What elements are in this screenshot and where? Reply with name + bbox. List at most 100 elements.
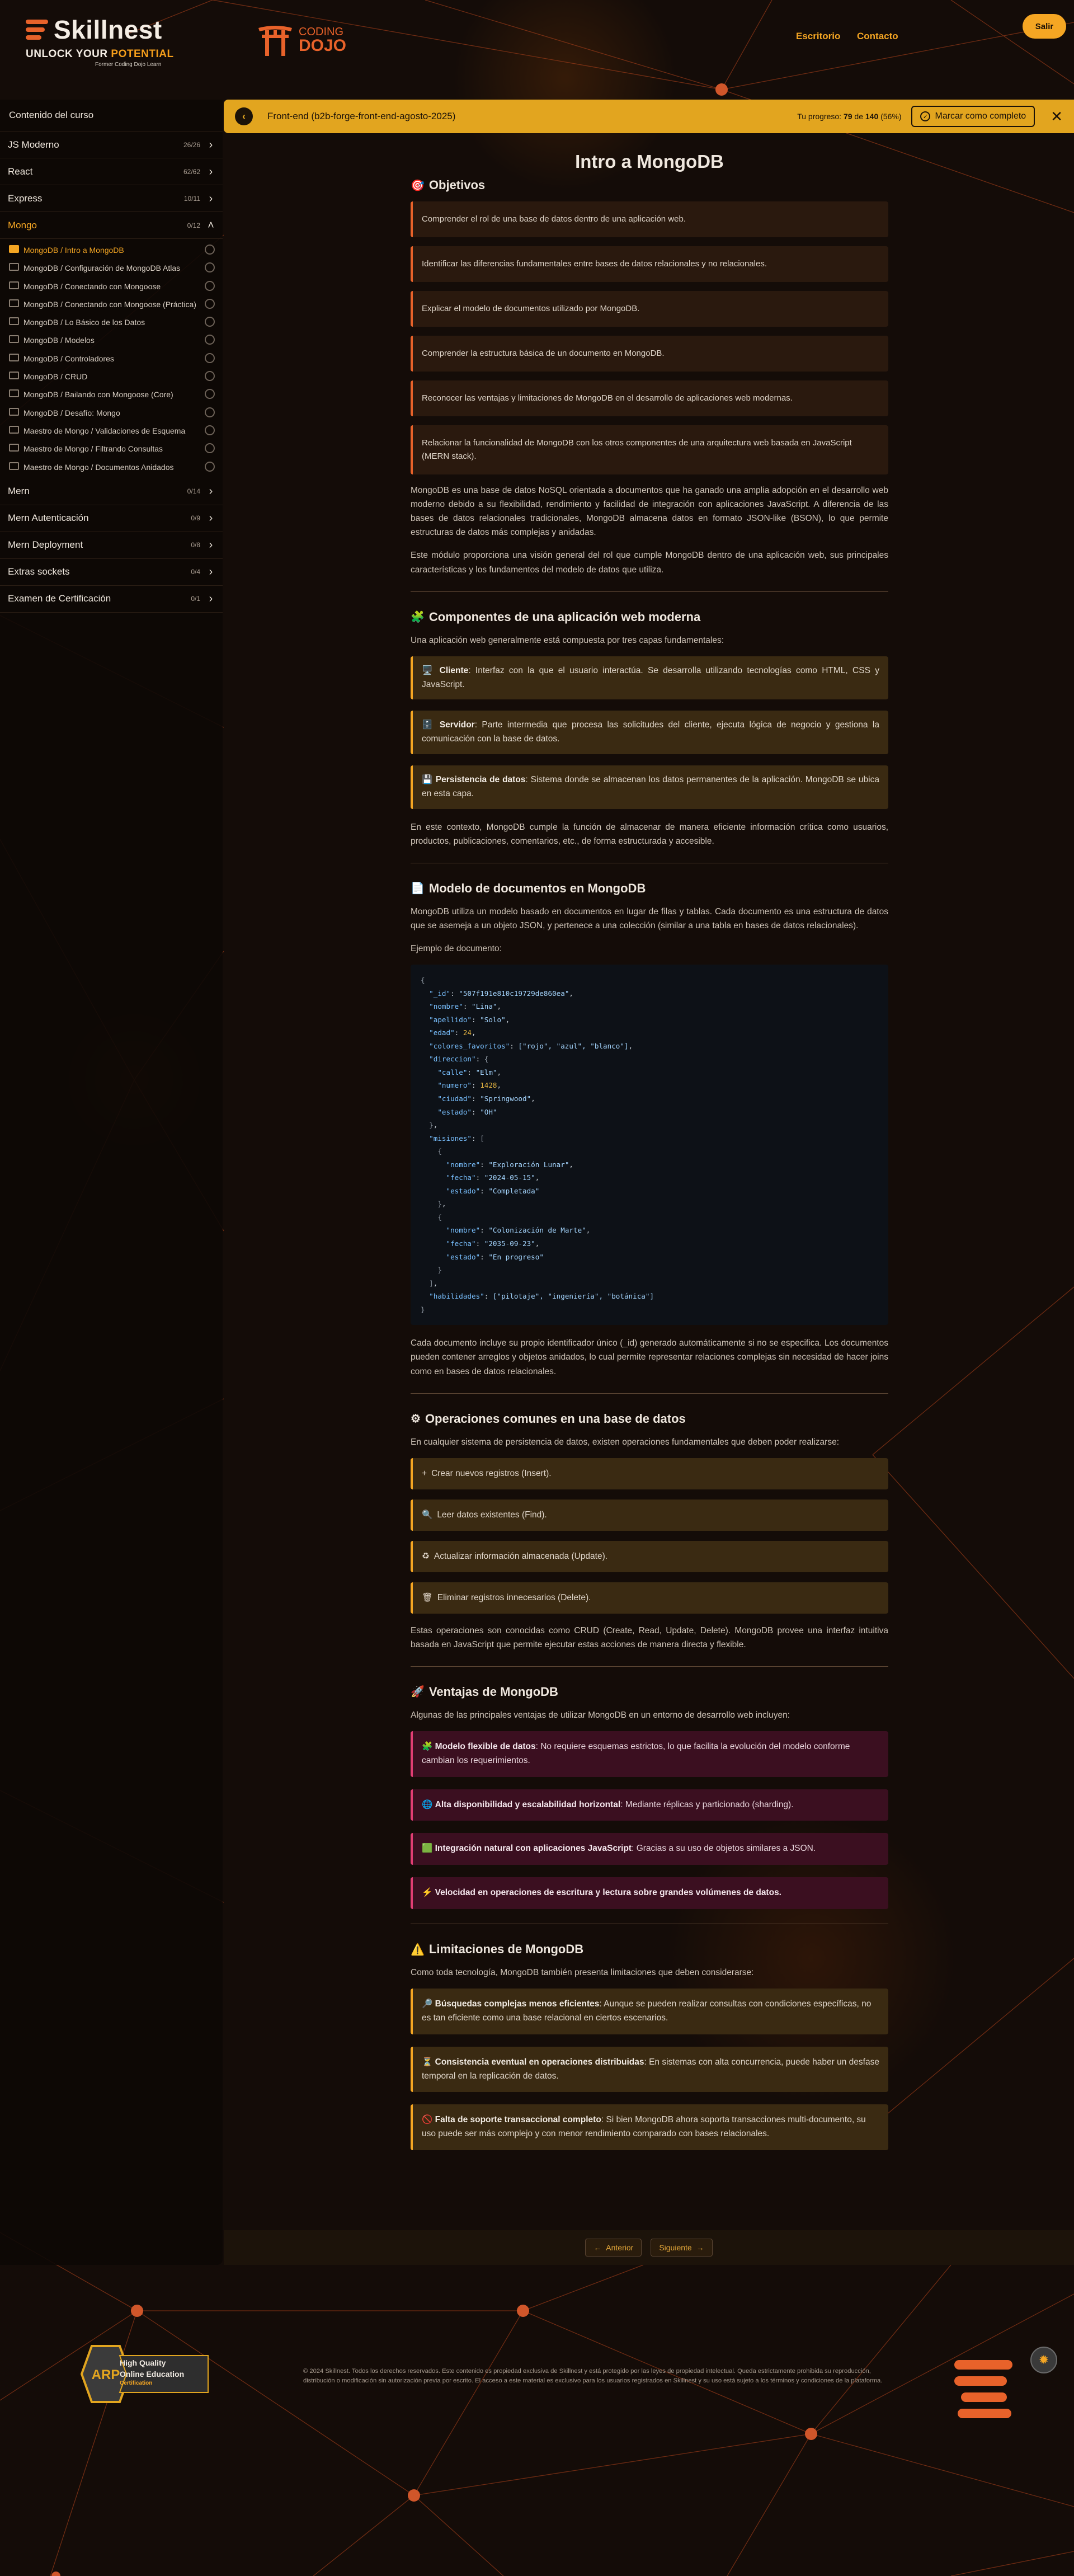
lesson-label: MongoDB / Controladores: [23, 354, 114, 363]
skillnest-logo[interactable]: Skillnest UNLOCK YOUR POTENTIAL Former C…: [26, 15, 182, 68]
completion-circle-icon[interactable]: [205, 371, 215, 382]
completion-circle-icon[interactable]: [205, 443, 215, 454]
video-lesson-icon: [9, 389, 19, 398]
close-icon[interactable]: ✕: [1051, 108, 1063, 125]
brand-name: Skillnest: [54, 15, 162, 44]
completion-circle-icon[interactable]: [205, 280, 215, 291]
completion-circle-icon[interactable]: [205, 335, 215, 345]
completion-circle-icon[interactable]: [205, 245, 215, 255]
sidebar-lesson-item[interactable]: MongoDB / Controladores: [0, 350, 223, 368]
completion-circle-icon[interactable]: [205, 461, 215, 472]
chevron-right-icon: ›: [209, 593, 213, 605]
completion-circle-icon[interactable]: [205, 407, 215, 417]
nav-contacto[interactable]: Contacto: [857, 31, 898, 42]
torii-gate-icon: [258, 26, 292, 56]
sidebar-lesson-item[interactable]: MongoDB / Intro a MongoDB: [0, 241, 223, 259]
limitations-intro: Como toda tecnología, MongoDB también pr…: [411, 1968, 754, 1978]
puzzle-icon: 🧩: [411, 611, 425, 624]
completion-circle-icon[interactable]: [205, 262, 215, 273]
card-text: : Parte intermedia que procesa las solic…: [422, 720, 879, 744]
card-icon: 🟩: [422, 1844, 433, 1854]
page-title: Intro a MongoDB: [575, 151, 724, 172]
sidebar-lesson-item[interactable]: MongoDB / Lo Básico de los Datos: [0, 313, 223, 331]
sidebar-lesson-item[interactable]: MongoDB / Conectando con Mongoose: [0, 278, 223, 295]
sidebar-lesson-item[interactable]: Maestro de Mongo / Documentos Anidados: [0, 458, 223, 476]
sidebar-lesson-item[interactable]: MongoDB / Configuración de MongoDB Atlas: [0, 259, 223, 277]
sidebar-lesson-item[interactable]: MongoDB / CRUD: [0, 368, 223, 386]
lesson-label: MongoDB / Conectando con Mongoose (Práct…: [23, 299, 196, 309]
operation-icon: 🗑: [422, 1593, 433, 1603]
logout-button[interactable]: Salir: [1023, 14, 1066, 39]
objective-card: Comprender la estructura básica de un do…: [411, 336, 888, 372]
lesson-label: MongoDB / Modelos: [23, 336, 95, 345]
video-lesson-icon: [9, 245, 19, 253]
limitation-card: ⏳ Consistencia eventual en operaciones d…: [411, 2046, 888, 2093]
architecture-layer-card: 🗄️ Servidor: Parte intermedia que proces…: [411, 711, 888, 754]
document-icon: 📄: [411, 882, 425, 895]
card-icon: 🔎: [422, 1999, 433, 2009]
model-example-label: Ejemplo de documento:: [411, 943, 502, 953]
coding-dojo-logo: CODING DOJO: [257, 23, 346, 57]
advantage-card: 🌐 Alta disponibilidad y escalabilidad ho…: [411, 1789, 888, 1821]
sidebar-heading: Contenido del curso: [0, 100, 223, 131]
module-express[interactable]: Express 10/11 ›: [0, 185, 223, 212]
code-block: { "_id": "507f191e810c19729de860ea", "no…: [411, 965, 888, 1325]
completion-circle-icon[interactable]: [205, 298, 215, 309]
crud-operation-card: 🔍 Leer datos existentes (Find).: [411, 1499, 888, 1531]
chevron-right-icon: ›: [209, 138, 213, 151]
completion-circle-icon[interactable]: [205, 317, 215, 327]
module-js-moderno[interactable]: JS Moderno 26/26 ›: [0, 131, 223, 158]
arrow-right-icon: →: [696, 2243, 704, 2252]
module-name: Mern: [8, 486, 30, 497]
module-react[interactable]: React 62/62 ›: [0, 158, 223, 185]
intro-paragraph-1: MongoDB es una base de datos NoSQL orien…: [411, 486, 888, 538]
video-lesson-icon: [9, 317, 19, 326]
module-name: Express: [8, 192, 43, 204]
video-lesson-icon: [9, 462, 19, 470]
course-sidebar: Contenido del curso JS Moderno 26/26 › Reac…: [0, 100, 223, 2265]
module-extras-sockets[interactable]: Extras sockets 0/4 ›: [0, 559, 223, 586]
card-title: Velocidad en operaciones de escritura y …: [435, 1888, 781, 1898]
model-heading: 📄 Modelo de documentos en MongoDB: [411, 881, 646, 895]
sidebar-lesson-item[interactable]: MongoDB / Desafío: Mongo: [0, 404, 223, 422]
theme-toggle-button[interactable]: ✹: [1030, 2347, 1057, 2373]
completion-circle-icon[interactable]: [205, 425, 215, 435]
sidebar-lesson-item[interactable]: Maestro de Mongo / Filtrando Consultas: [0, 440, 223, 458]
model-paragraph-1: MongoDB utiliza un modelo basado en docu…: [411, 906, 888, 930]
module-mongo[interactable]: Mongo 0/12 ˄: [0, 212, 223, 239]
previous-button[interactable]: ← Anterior: [585, 2239, 642, 2257]
lesson-label: MongoDB / CRUD: [23, 372, 88, 382]
sidebar-lesson-item[interactable]: Maestro de Mongo / Validaciones de Esque…: [0, 422, 223, 440]
lesson-label: Maestro de Mongo / Documentos Anidados: [23, 462, 174, 472]
video-lesson-icon: [9, 281, 19, 289]
mark-complete-button[interactable]: ✓ Marcar como completo: [911, 106, 1035, 127]
nav-escritorio[interactable]: Escritorio: [796, 31, 840, 42]
objective-card: Comprender el rol de una base de datos d…: [411, 201, 888, 237]
module-mern-autenticaci-n[interactable]: Mern Autenticación 0/9 ›: [0, 505, 223, 532]
card-title: Consistencia eventual en operaciones dis…: [435, 2057, 644, 2067]
previous-label: Anterior: [606, 2243, 634, 2252]
video-lesson-icon: [9, 335, 19, 344]
video-lesson-icon: [9, 299, 19, 307]
completion-circle-icon[interactable]: [205, 389, 215, 399]
module-count: 10/11: [183, 194, 200, 203]
module-count: 0/12: [187, 221, 200, 229]
module-examen-de-certificaci-n[interactable]: Examen de Certificación 0/1 ›: [0, 586, 223, 613]
dojo-line1: CODING: [299, 26, 343, 38]
back-arrow-icon[interactable]: ‹: [235, 107, 253, 125]
completion-circle-icon[interactable]: [205, 352, 215, 363]
next-button[interactable]: Siguiente →: [651, 2239, 713, 2257]
lesson-pager: ← Anterior Siguiente →: [224, 2230, 1074, 2265]
video-lesson-icon: [9, 372, 19, 380]
sidebar-lesson-item[interactable]: MongoDB / Bailando con Mongoose (Core): [0, 386, 223, 403]
module-mern[interactable]: Mern 0/14 ›: [0, 478, 223, 505]
card-title: Falta de soporte transaccional completo: [435, 2115, 601, 2125]
objective-card: Reconocer las ventajas y limitaciones de…: [411, 380, 888, 416]
lesson-label: MongoDB / Configuración de MongoDB Atlas: [23, 264, 181, 273]
module-mern-deployment[interactable]: Mern Deployment 0/8 ›: [0, 532, 223, 559]
sidebar-lesson-item[interactable]: MongoDB / Conectando con Mongoose (Práct…: [0, 295, 223, 313]
lesson-label: MongoDB / Bailando con Mongoose (Core): [23, 390, 173, 399]
video-lesson-icon: [9, 444, 19, 452]
sidebar-lesson-item[interactable]: MongoDB / Modelos: [0, 331, 223, 349]
card-title: Persistencia de datos: [435, 774, 526, 784]
